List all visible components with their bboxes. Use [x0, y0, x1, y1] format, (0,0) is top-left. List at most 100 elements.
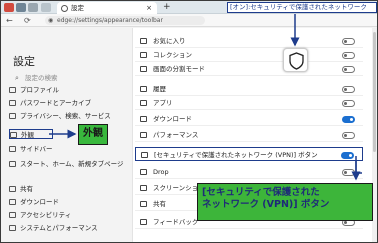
callout-line-2: ネットワーク (VPN)] ボタン	[202, 199, 330, 210]
new-tab-button[interactable]: +	[163, 1, 171, 13]
screenshot-frame: 設定 × + ← ⟳ ◉ edge://settings/appearance/…	[0, 0, 378, 243]
history-icon	[140, 86, 147, 92]
callout-line-1: [セキュリティで保護された	[202, 187, 320, 198]
downloads-toggle[interactable]	[342, 116, 355, 123]
sidebar-item-label: システムとパフォーマンス	[20, 224, 98, 232]
sidebar-item-passwords[interactable]: パスワードとアーカイブ	[9, 98, 129, 108]
setting-row-split-screen: 画面の分割モード	[135, 62, 363, 76]
download-icon	[9, 199, 16, 205]
tab-settings[interactable]: 設定 ×	[57, 2, 157, 14]
setting-row-apps: アプリ	[135, 96, 363, 110]
back-icon[interactable]: ←	[6, 15, 13, 26]
setting-label: お気に入り	[153, 37, 186, 45]
refresh-icon[interactable]: ⟳	[24, 15, 31, 26]
setting-label: 共有	[153, 200, 166, 208]
share-icon	[140, 201, 147, 207]
setting-row-performance: パフォーマンス	[135, 128, 363, 142]
search-icon: ⌕	[15, 74, 19, 82]
setting-label: 履歴	[153, 85, 166, 93]
edge-icon: ◉	[48, 17, 54, 24]
appearance-icon	[10, 132, 17, 138]
window-icon[interactable]	[4, 3, 14, 12]
tab-actions-icon[interactable]	[41, 3, 51, 12]
sidebar-item-label: パスワードとアーカイブ	[20, 99, 92, 107]
sidebar-item-label: 共有	[20, 185, 33, 193]
sidebar-item-system[interactable]: システムとパフォーマンス	[9, 223, 129, 233]
share-icon	[9, 186, 16, 192]
setting-label: フィードバック	[153, 218, 199, 226]
performance-toggle[interactable]	[342, 132, 355, 139]
split-screen-toggle[interactable]	[342, 66, 355, 73]
settings-search-input[interactable]: ⌕ 設定の検索	[13, 73, 123, 84]
history-toggle[interactable]	[342, 86, 355, 93]
setting-label: Drop	[153, 168, 169, 176]
setting-label: ダウンロード	[153, 115, 192, 123]
setting-label: コレクション	[153, 51, 192, 59]
setting-row-drop: Drop	[135, 165, 363, 179]
settings-sidebar: 設定 ⌕ 設定の検索 プロファイル パスワードとアーカイブ プライバシー、検索、…	[1, 28, 132, 242]
apps-icon	[140, 100, 147, 106]
setting-label: 画面の分割モード	[153, 65, 205, 73]
sidebar-item-sidebar[interactable]: サイドバー	[9, 144, 129, 154]
setting-label: アプリ	[153, 99, 173, 107]
download-icon	[140, 116, 147, 122]
setting-row-vpn: [セキュリティで保護されたネットワーク (VPN)] ボタン	[135, 147, 363, 161]
sidebar-item-accessibility[interactable]: アクセシビリティ	[9, 210, 129, 220]
setting-row-history: 履歴	[135, 82, 363, 96]
collections-icon	[140, 52, 147, 58]
star-icon	[140, 38, 147, 44]
sidebar-icon	[9, 146, 16, 152]
workspaces-icon[interactable]	[16, 3, 26, 12]
address-bar: ← ⟳ ◉ edge://settings/appearance/toolbar	[1, 14, 377, 27]
lock-icon	[9, 113, 16, 119]
sidebar-item-label: サイドバー	[20, 145, 53, 153]
scrollbar-thumb[interactable]	[373, 32, 376, 152]
sidebar-item-share[interactable]: 共有	[9, 184, 129, 194]
key-icon	[9, 100, 16, 106]
collections-toggle[interactable]	[342, 52, 355, 59]
system-icon	[9, 225, 16, 231]
url-field[interactable]: ◉ edge://settings/appearance/toolbar	[45, 16, 205, 25]
setting-label: パフォーマンス	[153, 131, 199, 139]
accessibility-icon	[9, 212, 16, 218]
apps-toggle[interactable]	[342, 100, 355, 107]
tab-title: 設定	[71, 4, 84, 12]
home-icon	[9, 161, 16, 167]
settings-gear-icon	[61, 5, 68, 12]
performance-icon	[140, 132, 147, 138]
favorites-toggle[interactable]	[342, 38, 355, 45]
close-tab-icon[interactable]: ×	[146, 2, 152, 14]
sidebar-item-label: 外観	[21, 131, 34, 139]
sidebar-item-profile[interactable]: プロファイル	[9, 85, 129, 95]
drop-icon	[140, 169, 147, 175]
setting-row-downloads: ダウンロード	[135, 112, 363, 126]
sidebar-item-label: プライバシー、検索、サービス	[20, 112, 111, 120]
split-screen-icon	[140, 66, 147, 72]
search-placeholder: 設定の検索	[25, 74, 58, 82]
sidebar-item-label: プロファイル	[20, 86, 59, 94]
setting-row-collections: コレクション	[135, 48, 363, 62]
sidebar-item-downloads[interactable]: ダウンロード	[9, 197, 129, 207]
profile-icon[interactable]	[28, 3, 38, 12]
vpn-toggle[interactable]	[341, 152, 354, 159]
settings-title: 設定	[13, 55, 35, 68]
sidebar-item-label: スタート、ホーム、新規タブページ	[20, 160, 124, 168]
screenshot-icon	[140, 185, 147, 191]
shield-icon	[289, 52, 304, 70]
top-annotation-callout: [オン]:セキュリティで保護されたネットワーク	[227, 2, 377, 13]
sidebar-item-label: ダウンロード	[20, 198, 59, 206]
appearance-annotation-callout: 外観	[78, 124, 108, 145]
url-text: edge://settings/appearance/toolbar	[57, 17, 163, 24]
vpn-button-annotation-callout: [セキュリティで保護された ネットワーク (VPN)] ボタン	[197, 183, 373, 221]
sidebar-item-label: アクセシビリティ	[20, 211, 72, 219]
setting-row-favorites: お気に入り	[135, 34, 363, 48]
drop-toggle[interactable]	[342, 169, 355, 176]
sidebar-item-appearance[interactable]: 外観	[9, 129, 53, 139]
sidebar-item-start-home[interactable]: スタート、ホーム、新規タブページ	[9, 159, 129, 169]
profile-icon	[9, 87, 16, 93]
vpn-toolbar-button[interactable]	[283, 48, 308, 72]
shield-icon	[141, 152, 148, 158]
setting-label: [セキュリティで保護されたネットワーク (VPN)] ボタン	[154, 151, 318, 159]
sidebar-item-privacy[interactable]: プライバシー、検索、サービス	[9, 111, 129, 121]
feedback-icon	[140, 219, 147, 225]
